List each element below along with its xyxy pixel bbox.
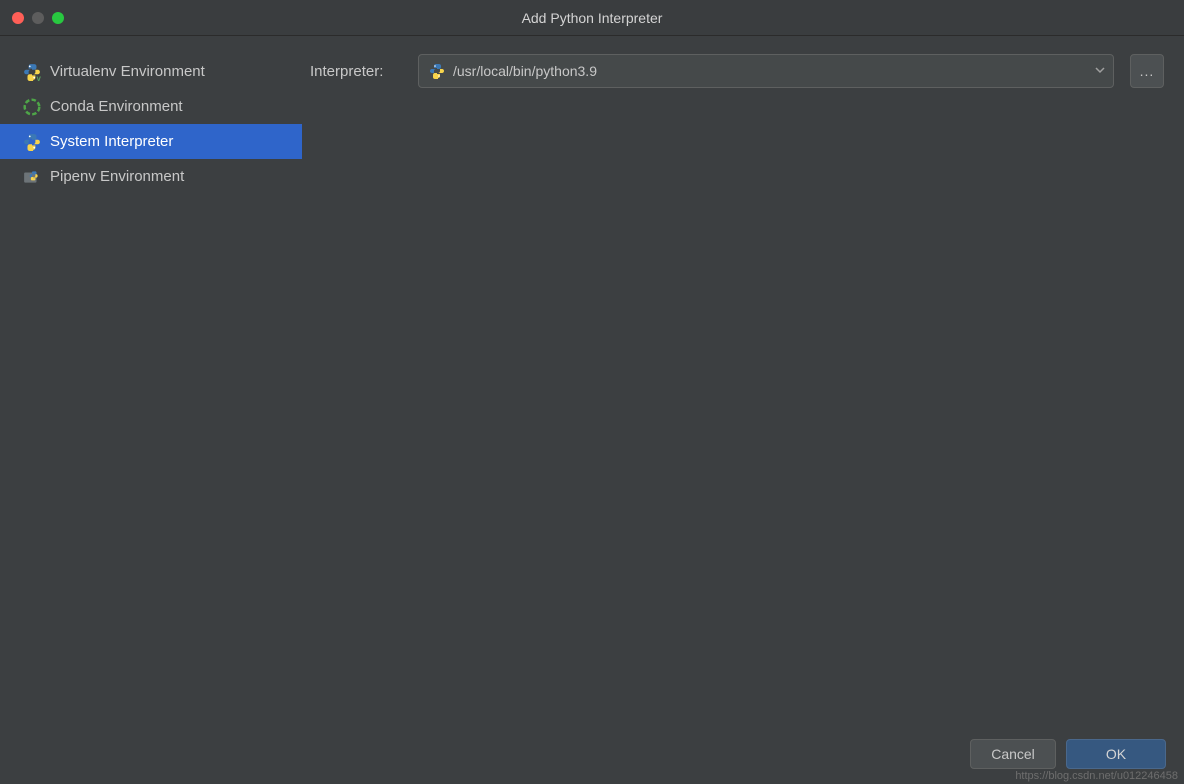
sidebar: v Virtualenv Environment Conda Environme…: [0, 36, 302, 734]
interpreter-row: Interpreter: /usr/local/bin/python3.9 ..…: [310, 54, 1164, 88]
cancel-button[interactable]: Cancel: [970, 739, 1056, 769]
titlebar: Add Python Interpreter: [0, 0, 1184, 36]
browse-button[interactable]: ...: [1130, 54, 1164, 88]
maximize-icon[interactable]: [52, 12, 64, 24]
chevron-down-icon: [1095, 62, 1105, 80]
interpreter-label: Interpreter:: [310, 63, 402, 80]
python-venv-icon: v: [23, 63, 41, 81]
sidebar-item-label: Conda Environment: [50, 98, 183, 115]
main-panel: Interpreter: /usr/local/bin/python3.9 ..…: [302, 36, 1184, 734]
pipenv-icon: [23, 168, 41, 186]
sidebar-item-label: Pipenv Environment: [50, 168, 184, 185]
conda-icon: [23, 98, 41, 116]
svg-text:v: v: [37, 74, 42, 81]
window-title: Add Python Interpreter: [522, 10, 663, 26]
content-area: v Virtualenv Environment Conda Environme…: [0, 36, 1184, 734]
python-icon: [23, 133, 41, 151]
minimize-icon[interactable]: [32, 12, 44, 24]
sidebar-item-conda[interactable]: Conda Environment: [0, 89, 302, 124]
sidebar-item-label: System Interpreter: [50, 133, 173, 150]
interpreter-dropdown[interactable]: /usr/local/bin/python3.9: [418, 54, 1114, 88]
watermark: https://blog.csdn.net/u012246458: [1015, 770, 1178, 782]
sidebar-item-system[interactable]: System Interpreter: [0, 124, 302, 159]
ellipsis-icon: ...: [1140, 63, 1155, 79]
sidebar-item-virtualenv[interactable]: v Virtualenv Environment: [0, 54, 302, 89]
close-icon[interactable]: [12, 12, 24, 24]
sidebar-item-pipenv[interactable]: Pipenv Environment: [0, 159, 302, 194]
ok-button[interactable]: OK: [1066, 739, 1166, 769]
python-icon: [429, 63, 445, 79]
sidebar-item-label: Virtualenv Environment: [50, 63, 205, 80]
interpreter-path: /usr/local/bin/python3.9: [453, 63, 1095, 79]
dialog-footer: Cancel OK: [0, 734, 1184, 784]
window-controls: [0, 12, 64, 24]
